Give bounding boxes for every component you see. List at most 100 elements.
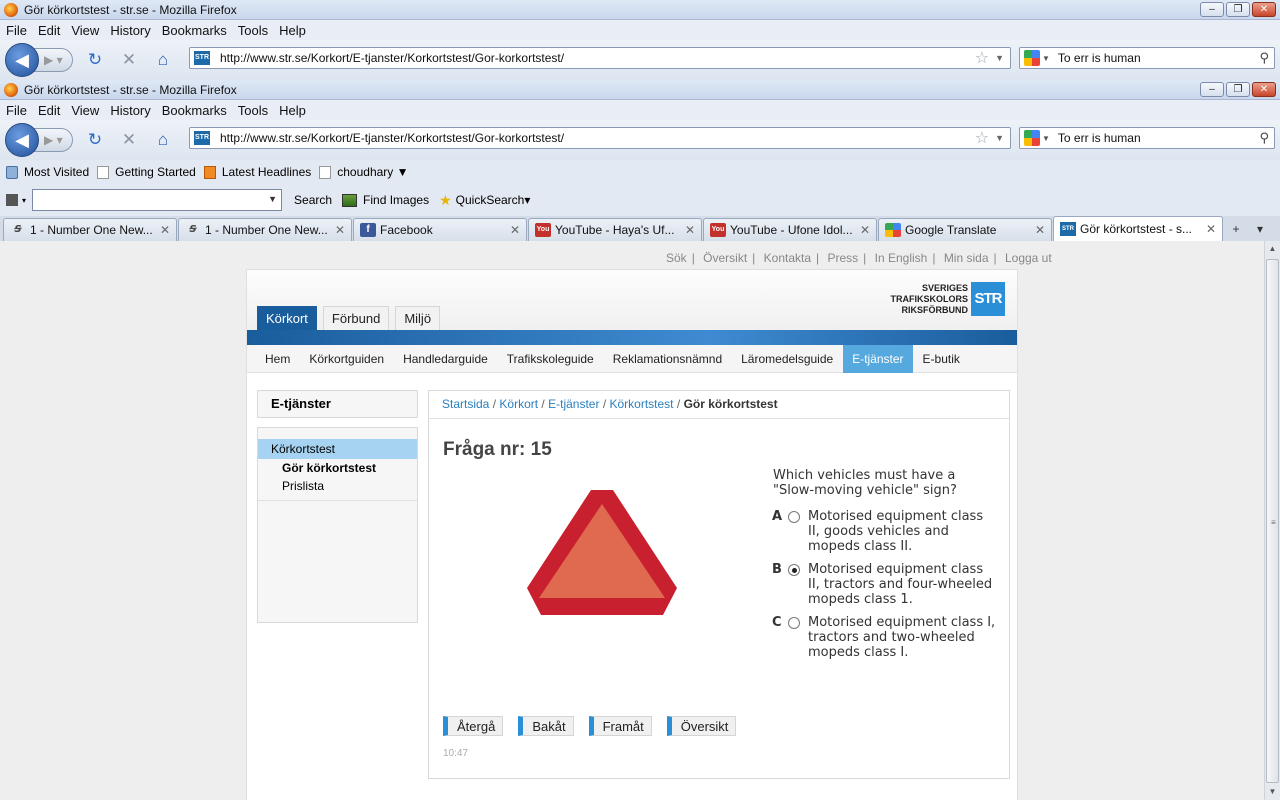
restore-button[interactable]: ❐ <box>1226 2 1250 17</box>
toplink-english[interactable]: In English <box>875 251 928 265</box>
url-dropdown-icon[interactable]: ▼ <box>995 53 1004 63</box>
toolbar-search-combo[interactable] <box>32 189 283 211</box>
stop-icon[interactable]: ✕ <box>117 128 141 152</box>
answer-b[interactable]: B Motorised equipment class II, tractors… <box>772 562 997 607</box>
framat-button[interactable]: Framåt <box>588 716 652 736</box>
menu-history[interactable]: History <box>110 23 150 38</box>
bakat-button[interactable]: Bakåt <box>518 716 574 736</box>
bookmark-most-visited[interactable]: Most Visited <box>6 165 89 179</box>
home-icon[interactable]: ⌂ <box>151 48 175 72</box>
tab-number-one-2[interactable]: Ꞩ 1 - Number One New... ✕ <box>178 218 352 241</box>
home-icon[interactable]: ⌂ <box>151 128 175 152</box>
tab-facebook[interactable]: f Facebook ✕ <box>353 218 527 241</box>
toplink-press[interactable]: Press <box>827 251 858 265</box>
tab-gor-korkortstest[interactable]: STR Gör körkortstest - s... ✕ <box>1053 216 1223 241</box>
tab-close-icon[interactable]: ✕ <box>510 223 520 237</box>
back-button[interactable]: ◀ <box>5 123 39 157</box>
answer-a[interactable]: A Motorised equipment class II, goods ve… <box>772 509 997 554</box>
menu-edit[interactable]: Edit <box>38 23 60 38</box>
search-box[interactable]: ▼ To err is human ⚲ <box>1019 127 1275 149</box>
breadcrumb-korkortstest[interactable]: Körkortstest <box>610 397 674 411</box>
toolbar-dropdown-icon[interactable]: ▾ <box>22 196 26 205</box>
tab-youtube-haya[interactable]: You YouTube - Haya's Uf... ✕ <box>528 218 702 241</box>
menu-view[interactable]: View <box>71 103 99 118</box>
google-icon[interactable] <box>1024 50 1040 66</box>
menu-view[interactable]: View <box>71 23 99 38</box>
bookmark-getting-started[interactable]: Getting Started <box>97 165 196 179</box>
reload-icon[interactable]: ↻ <box>83 48 107 72</box>
search-box[interactable]: ▼ To err is human ⚲ <box>1019 47 1275 69</box>
answer-a-radio[interactable] <box>788 511 800 523</box>
menu-edit[interactable]: Edit <box>38 103 60 118</box>
engine-dropdown-icon[interactable]: ▼ <box>1042 54 1050 63</box>
answer-c-radio[interactable] <box>788 617 800 629</box>
menu-help[interactable]: Help <box>279 103 306 118</box>
bookmark-choudhary[interactable]: choudhary ▼ <box>319 165 409 179</box>
tab-close-icon[interactable]: ✕ <box>160 223 170 237</box>
sidebar-item-korkortstest[interactable]: Körkortstest <box>258 439 417 459</box>
menu-tools[interactable]: Tools <box>238 103 268 118</box>
tab-forbund[interactable]: Förbund <box>322 306 390 330</box>
tab-list-button[interactable]: ▾ <box>1248 218 1272 241</box>
toplink-sok[interactable]: Sök <box>666 251 687 265</box>
subnav-korkortguiden[interactable]: Körkortguiden <box>300 345 393 373</box>
tab-korkort[interactable]: Körkort <box>257 306 317 330</box>
url-bar[interactable]: STR http://www.str.se/Korkort/E-tjanster… <box>189 127 1011 149</box>
bookmark-star-icon[interactable]: ☆ <box>975 128 989 148</box>
stop-icon[interactable]: ✕ <box>117 48 141 72</box>
subnav-laromedelsguide[interactable]: Läromedelsguide <box>732 345 842 373</box>
quicksearch-button[interactable]: ★ QuickSearch▾ <box>439 192 530 209</box>
answer-b-radio[interactable] <box>788 564 800 576</box>
tab-close-icon[interactable]: ✕ <box>685 223 695 237</box>
bookmark-star-icon[interactable]: ☆ <box>975 48 989 68</box>
menu-file[interactable]: File <box>6 103 27 118</box>
subnav-e-butik[interactable]: E-butik <box>914 345 969 373</box>
breadcrumb-startsida[interactable]: Startsida <box>442 397 489 411</box>
toplink-oversikt[interactable]: Översikt <box>703 251 747 265</box>
subnav-trafikskoleguide[interactable]: Trafikskoleguide <box>498 345 603 373</box>
oversikt-button[interactable]: Översikt <box>666 716 737 736</box>
answer-c[interactable]: C Motorised equipment class I, tractors … <box>772 615 997 660</box>
close-button[interactable]: ✕ <box>1252 2 1276 17</box>
subnav-reklamationsnamnd[interactable]: Reklamationsnämnd <box>604 345 731 373</box>
sidebar-item-prislista[interactable]: Prislista <box>258 477 417 495</box>
menu-bookmarks[interactable]: Bookmarks <box>162 23 227 38</box>
toplink-min-sida[interactable]: Min sida <box>944 251 989 265</box>
tab-miljo[interactable]: Miljö <box>395 306 441 330</box>
url-bar[interactable]: STR http://www.str.se/Korkort/E-tjanster… <box>189 47 1011 69</box>
back-button[interactable]: ◀ <box>5 43 39 77</box>
find-images-button[interactable]: Find Images <box>342 193 429 207</box>
tab-close-icon[interactable]: ✕ <box>1035 223 1045 237</box>
toplink-kontakta[interactable]: Kontakta <box>764 251 811 265</box>
tab-close-icon[interactable]: ✕ <box>860 223 870 237</box>
menu-file[interactable]: File <box>6 23 27 38</box>
scroll-thumb[interactable]: ≡ <box>1266 259 1279 783</box>
google-icon[interactable] <box>1024 130 1040 146</box>
url-dropdown-icon[interactable]: ▼ <box>995 133 1004 143</box>
search-icon[interactable]: ⚲ <box>1259 130 1274 146</box>
vertical-scrollbar[interactable]: ▲ ≡ ▼ <box>1264 241 1280 800</box>
reload-icon[interactable]: ↻ <box>83 128 107 152</box>
close-button[interactable]: ✕ <box>1252 82 1276 97</box>
subnav-handledarguide[interactable]: Handledarguide <box>394 345 497 373</box>
menu-tools[interactable]: Tools <box>238 23 268 38</box>
tab-number-one-1[interactable]: Ꞩ 1 - Number One New... ✕ <box>3 218 177 241</box>
menu-history[interactable]: History <box>110 103 150 118</box>
str-logo[interactable]: SVERIGES TRAFIKSKOLORS RIKSFÖRBUND STR <box>891 282 1005 316</box>
tab-google-translate[interactable]: Google Translate ✕ <box>878 218 1052 241</box>
toolbar-search-button[interactable]: Search <box>294 193 332 207</box>
subnav-hem[interactable]: Hem <box>256 345 299 373</box>
engine-dropdown-icon[interactable]: ▼ <box>1042 134 1050 143</box>
toolbar-menu-icon[interactable] <box>6 194 18 206</box>
subnav-e-tjanster[interactable]: E-tjänster <box>843 344 913 373</box>
breadcrumb-e-tjanster[interactable]: E-tjänster <box>548 397 599 411</box>
sidebar-item-gor-korkortstest[interactable]: Gör körkortstest <box>258 459 417 477</box>
search-icon[interactable]: ⚲ <box>1259 50 1274 66</box>
tab-close-icon[interactable]: ✕ <box>335 223 345 237</box>
scroll-down-icon[interactable]: ▼ <box>1265 784 1280 800</box>
restore-button[interactable]: ❐ <box>1226 82 1250 97</box>
atergaa-button[interactable]: Återgå <box>443 716 504 736</box>
minimize-button[interactable]: – <box>1200 2 1224 17</box>
new-tab-button[interactable]: + <box>1224 218 1248 241</box>
tab-close-icon[interactable]: ✕ <box>1206 222 1216 236</box>
